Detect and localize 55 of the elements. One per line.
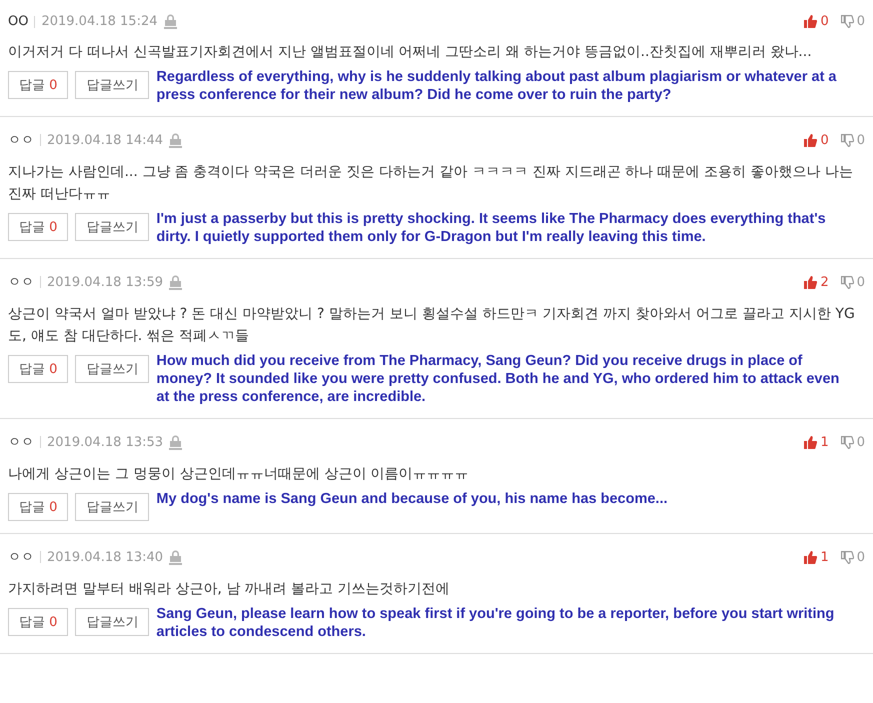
- like-count: 1: [820, 434, 829, 450]
- thumbs-down-icon: [840, 436, 854, 448]
- author-name: ㅇㅇ: [8, 549, 34, 566]
- thumbs-down-icon: [840, 15, 854, 28]
- dislike-count: 0: [856, 132, 865, 148]
- dislike-count: 0: [856, 434, 865, 450]
- lock-icon: [164, 14, 176, 29]
- thumbs-down-icon: [840, 550, 854, 564]
- write-reply-button[interactable]: 답글쓰기: [75, 355, 150, 383]
- translation-text: How much did you receive from The Pharmacy, Sang Geun? Did you receive drugs in place of money? It sounded like you were pretty confused. Both he and YG, who ordered him to attack even at the press conference, are incredible.: [156, 352, 840, 406]
- lock-icon: [169, 550, 182, 564]
- lock-icon: [169, 434, 182, 450]
- comment-date: 2019.04.18 13:40: [47, 550, 164, 564]
- author-name: ㅇㅇ: [8, 132, 34, 149]
- dislike-count: 0: [856, 14, 865, 29]
- write-reply-button[interactable]: 답글쓰기: [75, 493, 150, 521]
- author-name: OO: [8, 14, 28, 29]
- thumbs-up-icon: [804, 436, 818, 448]
- replies-button[interactable]: 답글 0: [8, 71, 68, 99]
- like-count: 2: [820, 274, 829, 290]
- write-reply-button[interactable]: 답글쓰기: [75, 608, 150, 636]
- thumbs-up-icon: [804, 550, 818, 564]
- write-reply-button[interactable]: 답글쓰기: [75, 213, 150, 241]
- comment-date: 2019.04.18 14:44: [47, 132, 164, 148]
- like-count: 1: [820, 550, 829, 564]
- comment-text: 가지하려면 말부터 배워라 상근아, 남 까내려 볼라고 기쓰는것하기전에: [8, 580, 451, 599]
- translation-text: I'm just a passerby but this is pretty shocking. It seems like The Pharmacy does everything that's dirty. I quietly supported them only for G-Dragon but I'm really leaving this time.: [156, 210, 827, 246]
- replies-button[interactable]: 답글 0: [8, 608, 68, 636]
- lock-icon: [169, 274, 182, 290]
- translation-text: Regardless of everything, why is he suddenly talking about past album plagiarism or whatever at a press conference for their new album? Did he come over to ruin the party?: [156, 68, 838, 104]
- lock-icon: [169, 132, 182, 148]
- comment-date: 2019.04.18 13:53: [47, 434, 164, 450]
- replies-button[interactable]: 답글 0: [8, 355, 68, 383]
- write-reply-button[interactable]: 답글쓰기: [75, 71, 150, 99]
- translation-text: My dog's name is Sang Geun and because of you, his name has become...: [156, 490, 668, 508]
- comment-date: 2019.04.18 13:59: [47, 274, 164, 290]
- like-count: 0: [820, 14, 829, 29]
- author-name: ㅇㅇ: [8, 434, 34, 451]
- dislike-count: 0: [856, 550, 865, 564]
- thumbs-down-icon: [840, 276, 854, 288]
- thumbs-up-icon: [804, 276, 818, 288]
- comment-text: 지나가는 사람인데... 그냥 좀 충격이다 약국은 더러운 짓은 다하는거 같아 ㅋㅋㅋㅋ 진짜 지드래곤 하나 때문에 조용히 좋아했으나 나는 진짜 떠난다ㅠㅠ: [8, 163, 854, 204]
- replies-button[interactable]: 답글 0: [8, 213, 68, 241]
- comment-text: 상근이 약국서 얼마 받았냐 ? 돈 대신 마약받았니 ? 말하는거 보니 횡설수설 하드만ㅋ 기자회견 까지 찾아와서 어그로 끌라고 지시한 YG도, 얘도 참 대단하다. 썪은 적폐ㅅㄲ들: [8, 305, 856, 346]
- thumbs-up-icon: [804, 15, 818, 28]
- comment-text: 이거저거 다 떠나서 신곡발표기자회견에서 지난 앨범표절이네 어쩌네 그딴소리 왜 하는거야 뜽금없이..잔칫집에 재뿌리러 왔나...: [8, 43, 813, 62]
- author-name: ㅇㅇ: [8, 274, 34, 291]
- like-count: 0: [820, 132, 829, 148]
- comment-text: 나에게 상근이는 그 멍뭉이 상근인데ㅠㅠ너때문에 상근이 이름이ㅠㅠㅠㅠ: [8, 465, 470, 484]
- replies-button[interactable]: 답글 0: [8, 493, 68, 521]
- comment-date: 2019.04.18 15:24: [41, 14, 158, 29]
- dislike-count: 0: [856, 274, 865, 290]
- translation-text: Sang Geun, please learn how to speak first if you're going to be a reporter, before you start writing articles to condescend others.: [156, 605, 836, 641]
- thumbs-down-icon: [840, 134, 854, 146]
- thumbs-up-icon: [804, 134, 818, 146]
